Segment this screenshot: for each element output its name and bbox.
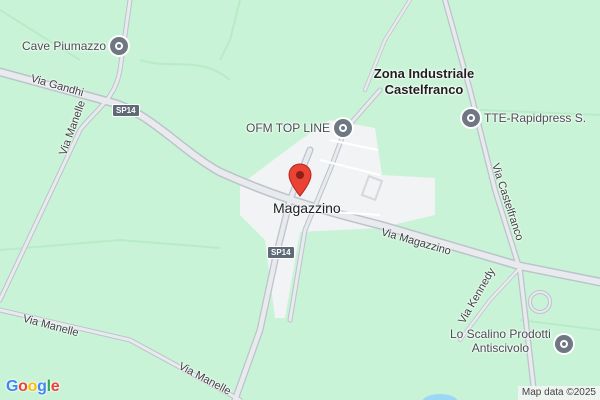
logo-letter: o	[18, 378, 28, 395]
area-label-line2: Castelfranco	[384, 82, 464, 97]
poi-label: TTE-Rapidpress S.	[484, 111, 587, 125]
location-pin-icon[interactable]	[287, 163, 313, 197]
pin-label: Magazzino	[273, 200, 341, 216]
poi-tte-rapidpress[interactable]: TTE-Rapidpress S.	[462, 109, 586, 127]
place-marker-icon	[554, 335, 573, 353]
poi-label-line2: Antiscivolo	[471, 341, 530, 355]
poi-label: OFM TOP LINE	[246, 121, 331, 135]
place-marker-icon	[110, 37, 129, 55]
logo-letter: G	[6, 378, 19, 395]
poi-label: Cave Piumazzo	[22, 39, 107, 53]
road-shield-sp14: SP14	[267, 246, 295, 259]
poi-cave-piumazzo[interactable]: Cave Piumazzo	[22, 37, 129, 55]
google-logo: Google	[6, 378, 60, 396]
road-shield-sp14: SP14	[112, 104, 140, 117]
map-attribution[interactable]: Map data ©2025	[517, 386, 600, 400]
place-marker-icon	[462, 109, 480, 127]
logo-letter: g	[37, 378, 47, 395]
poi-label-line1: Lo Scalino Prodotti	[450, 327, 551, 341]
logo-letter: o	[27, 378, 38, 395]
logo-letter: e	[50, 378, 60, 395]
area-label-line1: Zona Industriale	[373, 66, 475, 81]
poi-lo-scalino[interactable]: Lo Scalino Prodotti Antiscivolo	[450, 327, 573, 355]
water-area	[422, 394, 458, 400]
place-marker-icon	[334, 119, 353, 137]
poi-ofm-top-line[interactable]: OFM TOP LINE	[246, 119, 353, 137]
area-label-zona-industriale: Zona Industriale Castelfranco	[366, 66, 482, 98]
map-canvas[interactable]: Zona Industriale Castelfranco Cave Piuma…	[0, 0, 600, 400]
